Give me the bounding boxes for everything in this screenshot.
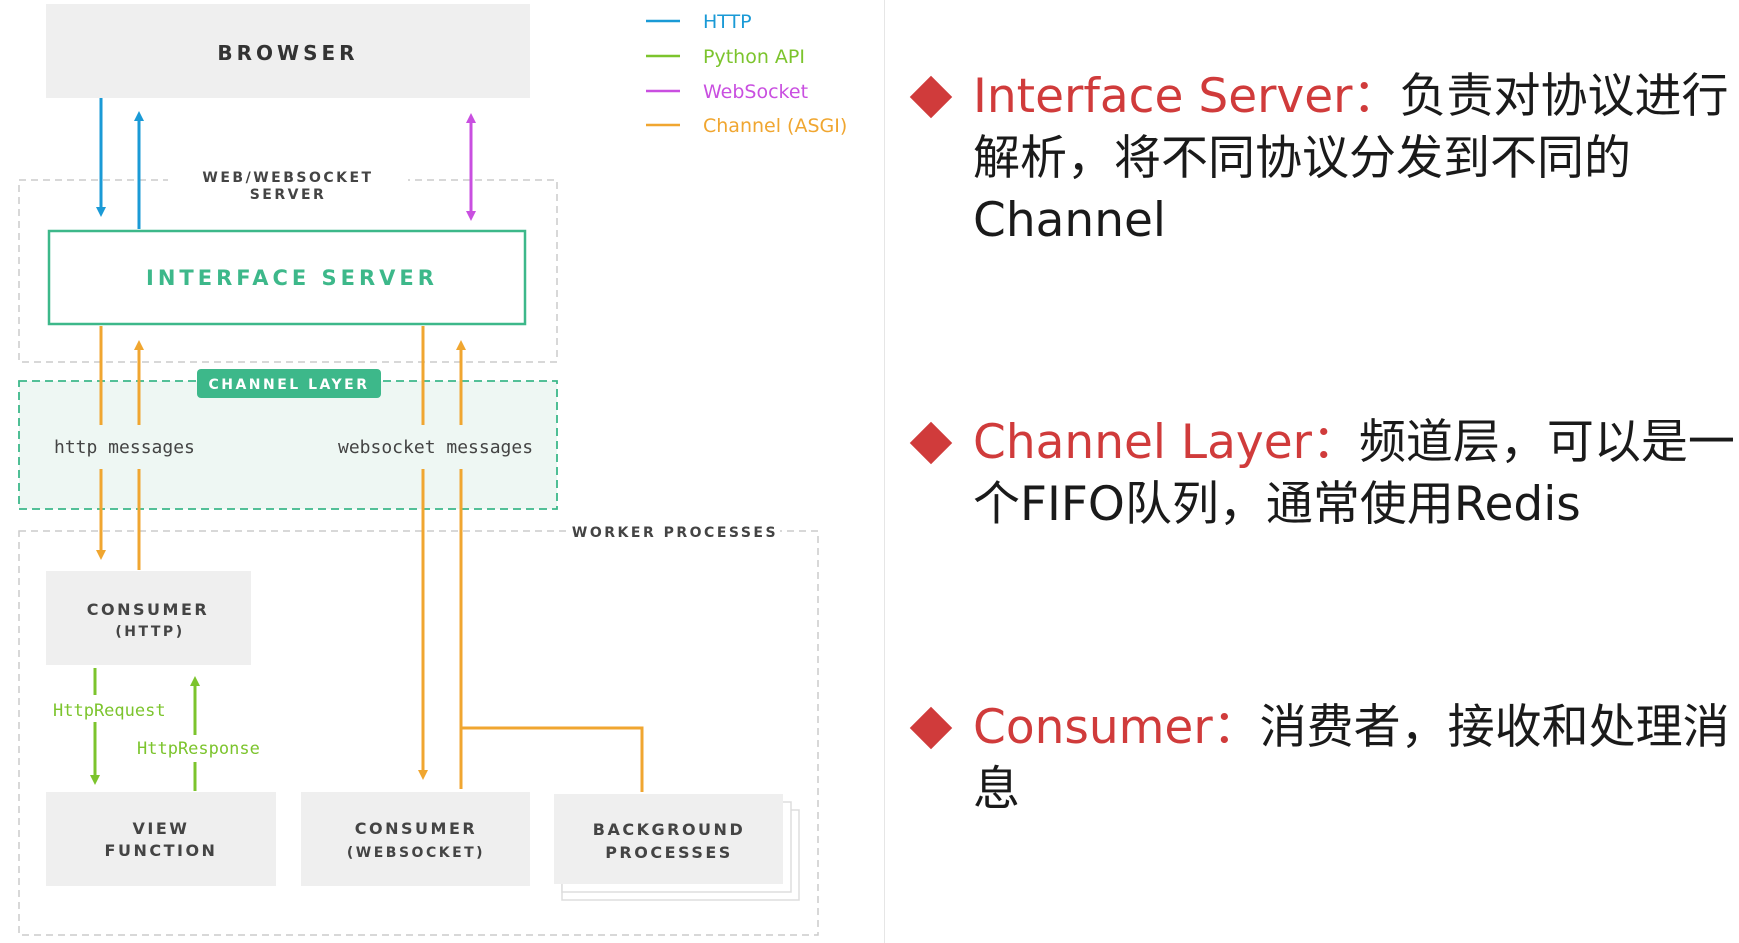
background-processes-label-line1: BACKGROUND (593, 820, 745, 839)
http-request-label: HttpRequest (53, 701, 166, 721)
legend-label-channel: Channel (ASGI) (703, 115, 847, 137)
view-function-node: VIEW FUNCTION (46, 792, 276, 886)
bullet-term: Interface Server (973, 69, 1353, 124)
bullet-diamond-icon (909, 706, 953, 750)
bullet-term: Consumer (973, 700, 1213, 755)
consumer-http-label-line1: CONSUMER (87, 600, 209, 619)
legend-item-websocket: WebSocket (646, 81, 808, 103)
bullet-consumer: Consumer：消费者，接收和处理消息 (908, 697, 1738, 821)
bullet-diamond-icon (909, 421, 953, 465)
http-response-label: HttpResponse (137, 739, 260, 759)
channel-layer-label: CHANNEL LAYER (208, 377, 369, 393)
view-function-label-line2: FUNCTION (105, 841, 218, 860)
background-processes-label-line2: PROCESSES (605, 843, 733, 862)
bullet-text: Interface Server：负责对协议进行解析，将不同协议分发到不同的Ch… (973, 66, 1738, 252)
legend-label-websocket: WebSocket (703, 81, 808, 103)
legend-label-python-api: Python API (703, 46, 805, 68)
consumer-websocket-label-line2: (WEBSOCKET) (347, 845, 485, 861)
legend-label-http: HTTP (703, 11, 752, 33)
browser-node: BROWSER (46, 4, 530, 98)
browser-label: BROWSER (217, 41, 358, 65)
bullet-colon: ： (1212, 700, 1260, 755)
panel-divider (884, 0, 885, 943)
bullet-text: Consumer：消费者，接收和处理消息 (973, 697, 1738, 821)
consumer-websocket-label-line1: CONSUMER (355, 819, 477, 838)
bullet-text: Channel Layer：频道层，可以是一个FIFO队列，通常使用Redis (973, 412, 1738, 536)
legend-item-http: HTTP (646, 11, 752, 33)
architecture-diagram: HTTP Python API WebSocket Channel (ASGI)… (18, 4, 847, 936)
bullet-term: Channel Layer (973, 415, 1312, 470)
legend-item-python-api: Python API (646, 46, 805, 68)
view-function-label-line1: VIEW (133, 819, 190, 838)
bullet-colon: ： (1352, 69, 1400, 124)
bullet-diamond-icon (909, 75, 953, 119)
http-messages-label: http messages (54, 437, 195, 458)
legend-item-channel: Channel (ASGI) (646, 115, 847, 137)
consumer-http-node: CONSUMER (HTTP) (46, 571, 251, 665)
web-server-group-label-line2: SERVER (250, 187, 327, 203)
bullet-channel-layer: Channel Layer：频道层，可以是一个FIFO队列，通常使用Redis (908, 412, 1738, 536)
interface-server-node: INTERFACE SERVER (47, 229, 527, 326)
background-connector (461, 726, 644, 792)
bullet-colon: ： (1311, 415, 1359, 470)
legend: HTTP Python API WebSocket Channel (ASGI) (646, 11, 847, 137)
consumer-websocket-node: CONSUMER (WEBSOCKET) (301, 792, 530, 886)
interface-server-label: INTERFACE SERVER (146, 266, 438, 290)
websocket-messages-label: websocket messages (338, 437, 533, 458)
consumer-http-label-line2: (HTTP) (115, 624, 184, 640)
worker-processes-label: WORKER PROCESSES (572, 525, 778, 541)
background-processes-node: BACKGROUND PROCESSES (554, 794, 800, 901)
bullet-interface-server: Interface Server：负责对协议进行解析，将不同协议分发到不同的Ch… (908, 66, 1738, 252)
web-server-group-label-line1: WEB/WEBSOCKET (202, 170, 373, 186)
